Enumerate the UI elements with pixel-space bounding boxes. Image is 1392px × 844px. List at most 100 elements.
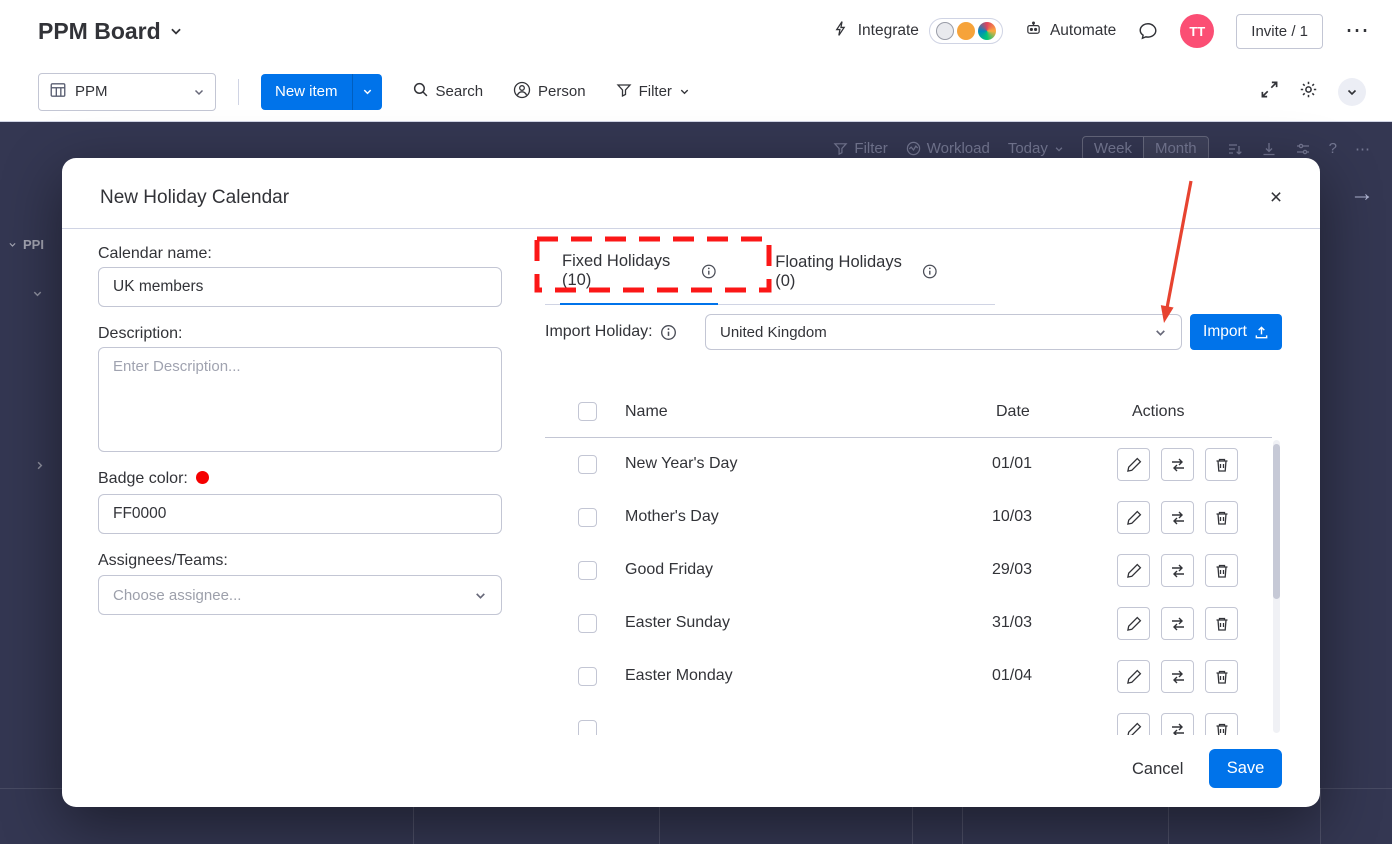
pencil-icon [1126,563,1142,579]
row-actions [1117,448,1238,481]
row-checkbox[interactable] [578,614,597,633]
search-button[interactable]: Search [412,81,484,102]
board-toolbar-row: PPM New item Search [0,62,1392,121]
tab-floating-holidays[interactable]: Floating Holidays (0) [773,252,940,304]
import-button-label: Import [1203,323,1247,341]
chevron-down-icon [1154,326,1167,339]
swap-button[interactable] [1161,554,1194,587]
info-icon[interactable] [660,324,677,341]
filter-button[interactable]: Filter [616,82,690,102]
trash-icon [1214,457,1230,473]
edit-button[interactable] [1117,660,1150,693]
holiday-name: Easter Monday [625,667,733,685]
calendar-name-input[interactable] [98,267,502,307]
edit-button[interactable] [1117,607,1150,640]
collapse-header-chevron-icon[interactable] [1338,78,1366,106]
close-icon[interactable]: × [1262,184,1290,212]
swap-arrows-icon [1170,510,1186,526]
header-more-icon[interactable]: ⋯ [1345,19,1370,43]
chat-bubble-icon[interactable] [1138,21,1158,41]
table-scrollbar[interactable] [1273,440,1280,733]
sliders-icon [1295,141,1311,157]
integration-apps-pill[interactable] [929,18,1003,44]
trash-icon [1214,616,1230,632]
row-checkbox[interactable] [578,561,597,580]
bg-today-button: Today [1008,140,1064,157]
cancel-button[interactable]: Cancel [1118,752,1197,787]
delete-button[interactable] [1205,713,1238,735]
save-button[interactable]: Save [1209,749,1282,788]
row-checkbox[interactable] [578,667,597,686]
table-row: New Year's Day 01/01 [545,438,1280,491]
bg-workload-button: Workload [906,140,990,157]
person-filter-button[interactable]: Person [513,81,586,103]
delete-button[interactable] [1205,607,1238,640]
row-checkbox[interactable] [578,455,597,474]
trash-icon [1214,563,1230,579]
funnel-icon [833,141,848,156]
edit-button[interactable] [1117,501,1150,534]
expand-icon[interactable] [1260,80,1279,104]
table-view-icon [49,81,67,103]
app-header: PPM Board Integrate [0,0,1392,122]
info-icon[interactable] [922,263,938,280]
integrate-group[interactable]: Integrate [833,18,1003,44]
row-actions [1117,713,1238,735]
pencil-icon [1126,616,1142,632]
import-holiday-row: Import Holiday: United Kingdom Import [545,314,1282,350]
select-all-checkbox[interactable] [578,402,597,421]
holiday-name: New Year's Day [625,455,737,473]
edit-button[interactable] [1117,448,1150,481]
holiday-date: 29/03 [992,561,1032,579]
bg-filter-button: Filter [833,140,887,157]
user-avatar[interactable]: TT [1180,14,1214,48]
gear-icon[interactable] [1299,80,1318,104]
swap-button[interactable] [1161,501,1194,534]
board-title-row: PPM Board Integrate [0,0,1392,62]
workload-icon [906,141,921,156]
modal-divider [62,228,1320,229]
board-title-chevron-icon[interactable] [169,24,183,38]
badge-color-label-text: Badge color: [98,470,188,487]
country-dropdown[interactable]: United Kingdom [705,314,1182,350]
swap-button[interactable] [1161,713,1194,735]
description-textarea[interactable] [98,347,502,452]
scrollbar-thumb[interactable] [1273,444,1280,599]
badge-color-input[interactable] [98,494,502,534]
board-view-label: PPM [75,83,108,100]
row-checkbox[interactable] [578,720,597,735]
column-header-date: Date [996,403,1030,421]
holiday-name: Mother's Day [625,508,719,526]
pencil-icon [1126,457,1142,473]
invite-button[interactable]: Invite / 1 [1236,14,1323,49]
swap-button[interactable] [1161,448,1194,481]
holiday-table-body: New Year's Day 01/01 Mother's Day 10/03 [545,438,1280,735]
edit-button[interactable] [1117,713,1150,735]
new-item-button[interactable]: New item [261,74,352,110]
assignees-select[interactable]: Choose assignee... [98,575,502,615]
delete-button[interactable] [1205,501,1238,534]
search-label: Search [436,83,484,100]
chevron-down-icon [32,288,43,299]
tab-fixed-holidays[interactable]: Fixed Holidays (10) [560,252,718,305]
swap-button[interactable] [1161,660,1194,693]
swap-button[interactable] [1161,607,1194,640]
info-icon[interactable] [701,263,717,280]
delete-button[interactable] [1205,660,1238,693]
badge-color-swatch [196,471,209,484]
integrate-label: Integrate [858,22,919,40]
search-icon [412,81,429,102]
bg-today-label: Today [1008,140,1048,157]
board-view-select[interactable]: PPM [38,73,216,111]
automate-group[interactable]: Automate [1025,20,1116,42]
new-item-dropdown-button[interactable] [352,74,382,110]
table-row: Good Friday 29/03 [545,544,1280,597]
import-button[interactable]: Import [1190,314,1282,350]
edit-button[interactable] [1117,554,1150,587]
new-item-split-button: New item [261,74,382,110]
bg-month-button: Month [1143,137,1208,160]
row-checkbox[interactable] [578,508,597,527]
delete-button[interactable] [1205,554,1238,587]
delete-button[interactable] [1205,448,1238,481]
row-actions [1117,501,1238,534]
